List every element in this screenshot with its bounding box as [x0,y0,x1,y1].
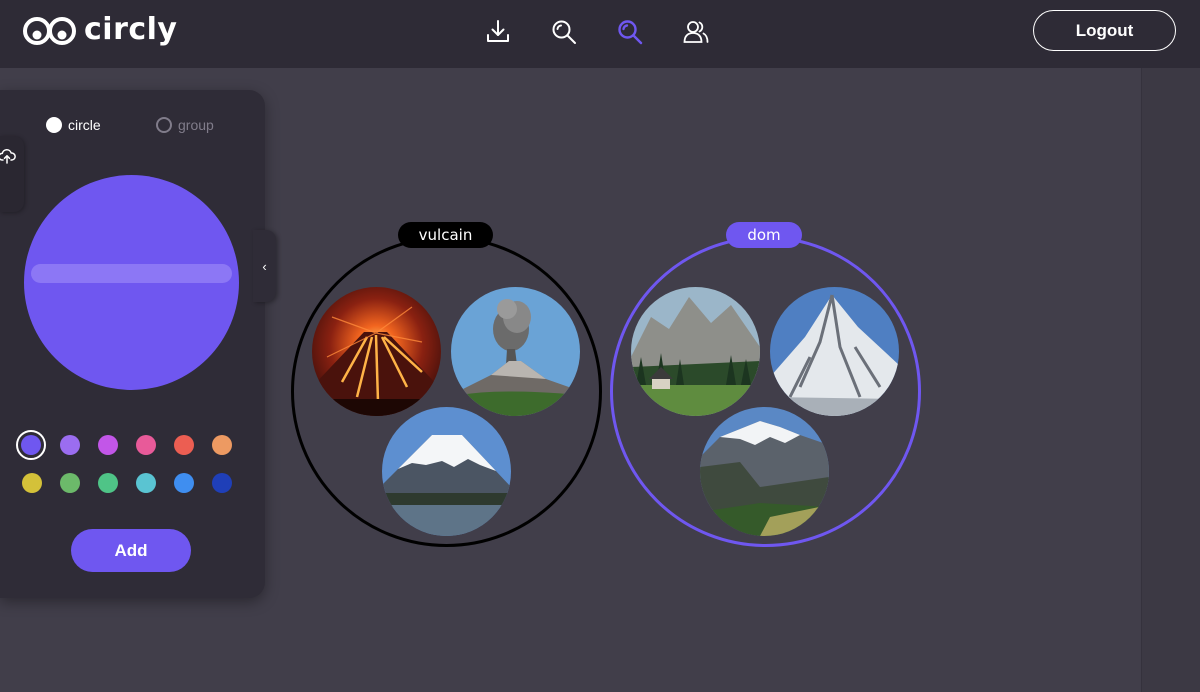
color-swatch[interactable] [174,473,194,493]
add-button[interactable]: Add [71,529,191,572]
circly-logo-icon [23,17,76,45]
color-swatch[interactable] [60,473,80,493]
color-swatch[interactable] [22,473,42,493]
top-bar: circly Logout [0,0,1200,68]
users-icon [683,21,709,43]
search-icon [618,20,643,45]
circle-name-input[interactable] [31,264,232,283]
cloud-upload-icon [0,149,16,164]
app-logo[interactable]: circly [22,12,177,48]
create-circle-panel: circle group Add [0,90,265,598]
radio-circle-option[interactable]: circle [46,117,101,133]
photo-erupting-volcano[interactable] [312,287,441,416]
app-name: circly [84,12,178,47]
radio-circle-label: circle [68,117,101,133]
radio-unselected-icon [156,117,172,133]
photo-snow-capped-volcano[interactable] [382,407,511,536]
upload-image-button[interactable] [0,136,24,212]
color-swatch[interactable] [98,435,118,455]
color-swatch[interactable] [136,435,156,455]
main-nav [480,14,744,50]
circle-name-badge[interactable]: dom [726,222,802,248]
color-swatch[interactable] [212,473,232,493]
radio-selected-icon [46,117,62,133]
photo-ash-plume-volcano[interactable] [451,287,580,416]
radio-group-option[interactable]: group [156,117,214,133]
nav-search-button[interactable] [546,14,582,50]
download-icon [487,20,509,42]
color-swatch[interactable] [212,435,232,455]
circle-preview [24,175,239,390]
nav-explore-button[interactable] [612,14,648,50]
color-swatch[interactable] [174,435,194,455]
nav-users-button[interactable] [678,14,714,50]
search-icon [552,20,576,44]
color-swatch[interactable] [60,435,80,455]
collapse-panel-button[interactable]: ‹ [253,230,276,302]
photo-alpine-valley[interactable] [631,287,760,416]
photo-mountain-range[interactable] [700,407,829,536]
radio-group-label: group [178,117,214,133]
color-swatch[interactable] [136,473,156,493]
color-swatch[interactable] [98,473,118,493]
circle-name-badge[interactable]: vulcain [398,222,493,248]
chevron-left-icon: ‹ [262,258,267,274]
nav-download-button[interactable] [480,14,516,50]
logout-button[interactable]: Logout [1033,10,1176,51]
right-side-panel [1141,68,1200,692]
color-swatch[interactable] [21,435,41,455]
photo-snowy-peak[interactable] [770,287,899,416]
